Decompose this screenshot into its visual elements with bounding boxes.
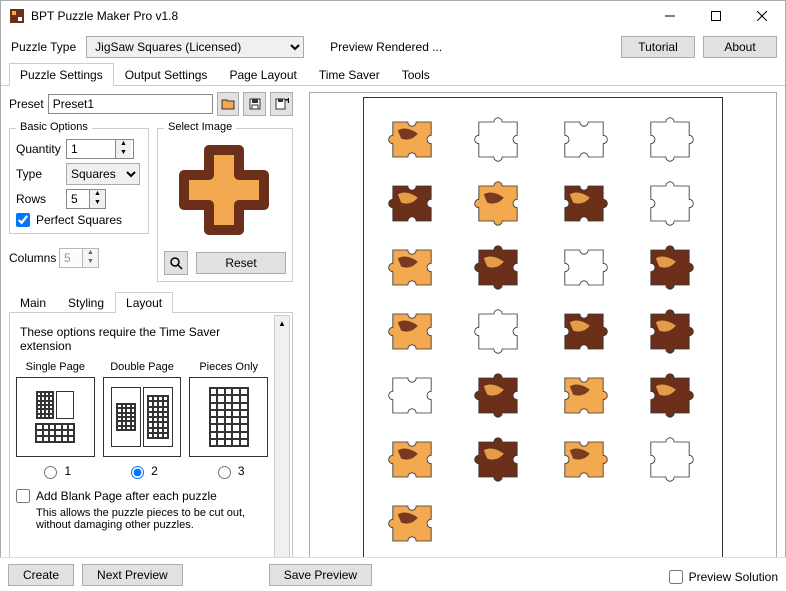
zoom-button[interactable] [164, 251, 188, 275]
tab-time-saver[interactable]: Time Saver [308, 63, 391, 86]
app-icon [9, 8, 25, 24]
single-page-label: Single Page [16, 361, 95, 373]
layout-scrollbar[interactable]: ▲▼ [274, 315, 290, 569]
rows-label: Rows [16, 192, 62, 206]
preview-area [309, 92, 777, 572]
type-label: Type [16, 167, 62, 181]
double-page-preview[interactable] [103, 377, 182, 457]
puzzle-piece [634, 110, 706, 164]
layout-radio-3[interactable] [218, 466, 231, 479]
quantity-label: Quantity [16, 142, 62, 156]
single-page-preview[interactable] [16, 377, 95, 457]
puzzle-piece [376, 110, 448, 164]
tab-tools[interactable]: Tools [391, 63, 441, 86]
maximize-button[interactable] [693, 1, 739, 31]
preview-solution-checkbox[interactable] [669, 570, 683, 584]
puzzle-piece [548, 174, 620, 228]
puzzle-piece [376, 366, 448, 420]
minimize-button[interactable] [647, 1, 693, 31]
tab-output-settings[interactable]: Output Settings [114, 63, 219, 86]
puzzle-piece [548, 238, 620, 292]
puzzle-piece [376, 302, 448, 356]
subtab-layout[interactable]: Layout [115, 292, 173, 313]
reset-button[interactable]: Reset [196, 252, 286, 274]
basic-options-legend: Basic Options [16, 121, 92, 133]
select-image-legend: Select Image [164, 121, 236, 133]
puzzle-piece [634, 174, 706, 228]
layout-note: These options require the Time Saver ext… [20, 325, 268, 353]
columns-label: Columns [9, 251, 55, 265]
status-text: Preview Rendered ... [312, 40, 613, 54]
puzzle-piece [376, 494, 448, 548]
puzzle-piece [634, 302, 706, 356]
preview-solution-label: Preview Solution [689, 570, 778, 584]
subtab-styling[interactable]: Styling [57, 292, 115, 313]
columns-stepper: ▲▼ [59, 248, 99, 268]
pieces-only-preview[interactable] [189, 377, 268, 457]
window-title: BPT Puzzle Maker Pro v1.8 [31, 9, 647, 23]
pieces-only-label: Pieces Only [189, 361, 268, 373]
puzzle-piece [634, 430, 706, 484]
tutorial-button[interactable]: Tutorial [621, 36, 695, 58]
next-preview-button[interactable]: Next Preview [82, 564, 183, 586]
puzzle-type-label: Puzzle Type [9, 40, 78, 54]
subtab-main[interactable]: Main [9, 292, 57, 313]
puzzle-piece [376, 174, 448, 228]
layout-radio-2[interactable] [131, 466, 144, 479]
save-as-preset-button[interactable]: + [270, 92, 293, 116]
tab-puzzle-settings[interactable]: Puzzle Settings [9, 63, 114, 86]
puzzle-type-select[interactable]: JigSaw Squares (Licensed) [86, 36, 304, 58]
blank-page-label: Add Blank Page after each puzzle [36, 489, 217, 503]
type-select[interactable]: Squares [66, 163, 140, 185]
puzzle-piece [634, 366, 706, 420]
puzzle-piece [462, 302, 534, 356]
puzzle-piece [376, 238, 448, 292]
about-button[interactable]: About [703, 36, 777, 58]
double-page-label: Double Page [103, 361, 182, 373]
puzzle-piece [462, 366, 534, 420]
puzzle-piece [548, 366, 620, 420]
save-preview-button[interactable]: Save Preview [269, 564, 372, 586]
perfect-squares-checkbox[interactable] [16, 213, 30, 227]
puzzle-piece [462, 174, 534, 228]
source-image-thumbnail[interactable] [164, 135, 284, 245]
puzzle-page [363, 97, 723, 567]
puzzle-piece [548, 302, 620, 356]
rows-stepper[interactable]: ▲▼ [66, 189, 106, 209]
close-button[interactable] [739, 1, 785, 31]
puzzle-piece [634, 238, 706, 292]
puzzle-piece [462, 110, 534, 164]
puzzle-piece [548, 430, 620, 484]
save-preset-button[interactable] [243, 92, 266, 116]
puzzle-piece [376, 430, 448, 484]
blank-page-note: This allows the puzzle pieces to be cut … [36, 507, 268, 531]
svg-text:+: + [285, 98, 289, 107]
quantity-stepper[interactable]: ▲▼ [66, 139, 134, 159]
open-preset-button[interactable] [217, 92, 240, 116]
puzzle-piece [462, 238, 534, 292]
puzzle-piece [548, 110, 620, 164]
perfect-squares-label: Perfect Squares [36, 213, 122, 227]
preset-label: Preset [9, 97, 44, 111]
blank-page-checkbox[interactable] [16, 489, 30, 503]
layout-radio-1[interactable] [44, 466, 57, 479]
puzzle-piece [462, 430, 534, 484]
tab-page-layout[interactable]: Page Layout [218, 63, 307, 86]
preset-input[interactable] [48, 94, 213, 114]
create-button[interactable]: Create [8, 564, 74, 586]
